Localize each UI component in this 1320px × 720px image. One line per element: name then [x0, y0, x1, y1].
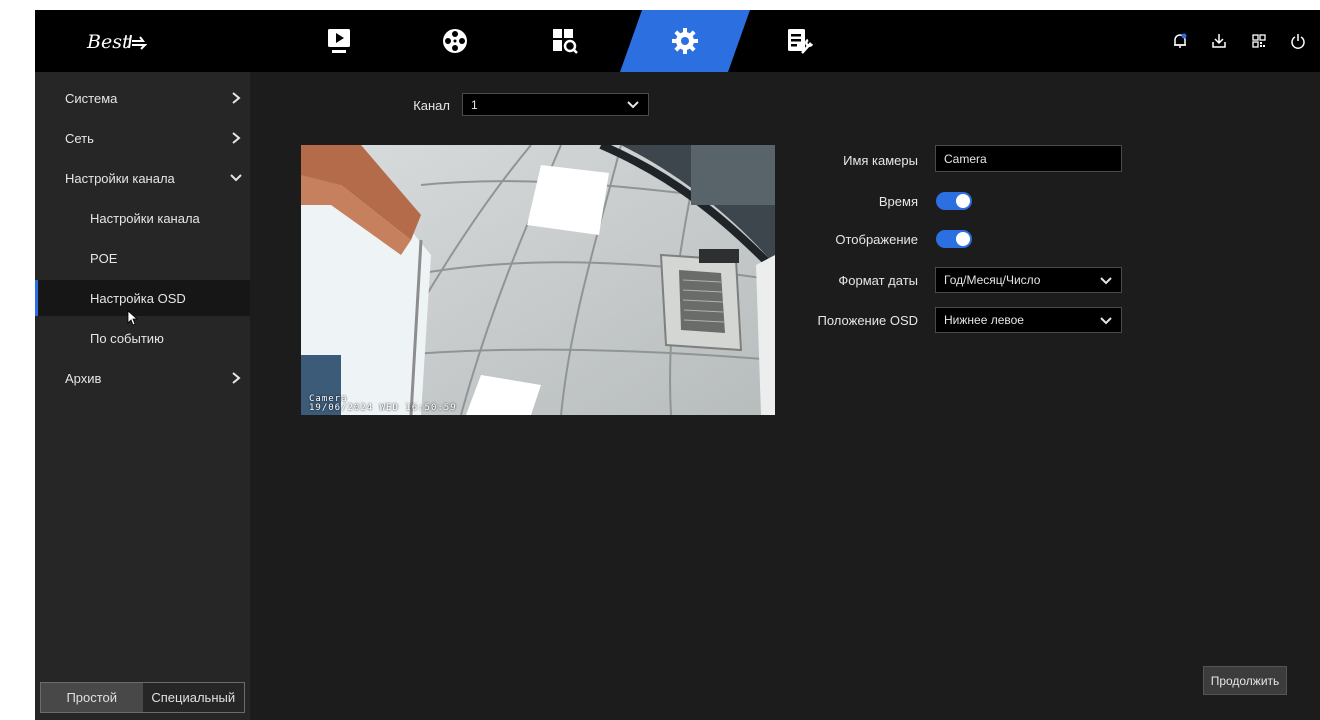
chevron-down-icon [230, 174, 242, 182]
power-icon[interactable] [1287, 30, 1309, 52]
sidebar-item-network[interactable]: Сеть [35, 120, 250, 156]
nav-playback[interactable] [300, 10, 380, 72]
mouse-cursor-icon [127, 310, 139, 326]
mode-switch: Простой Специальный [40, 682, 245, 713]
mode-advanced-button[interactable]: Специальный [143, 683, 245, 712]
mode-simple-button[interactable]: Простой [41, 683, 143, 712]
nav-maintenance[interactable] [760, 10, 840, 72]
sidebar: Система Сеть Настройки канала Настройки … [35, 72, 250, 720]
chevron-right-icon [232, 132, 241, 144]
top-bar: Best [35, 10, 1320, 72]
qr-code-icon[interactable] [1248, 30, 1270, 52]
sidebar-item-label: По событию [90, 330, 164, 346]
osd-datetime: 19/06/2024 WED 16:50:59 [309, 403, 457, 413]
sidebar-item-channel-settings[interactable]: Настройки канала [35, 160, 250, 196]
film-reel-icon [443, 29, 467, 53]
chevron-down-icon [627, 101, 639, 109]
play-icon [328, 29, 350, 53]
display-label: Отображение [835, 232, 918, 247]
channel-select[interactable]: 1 [462, 93, 649, 116]
sidebar-item-system[interactable]: Система [35, 80, 250, 116]
time-toggle[interactable] [936, 192, 972, 210]
display-toggle[interactable] [936, 230, 972, 248]
chevron-down-icon [1100, 317, 1112, 325]
date-format-value: Год/Месяц/Число [944, 273, 1041, 287]
sidebar-item-label: Настройка OSD [90, 290, 186, 306]
toggle-knob [956, 232, 970, 246]
nav-settings[interactable] [645, 10, 725, 72]
svg-text:Best: Best [86, 31, 130, 53]
sidebar-item-label: POE [90, 250, 118, 266]
grid-search-icon [553, 29, 578, 54]
sidebar-subitem-poe[interactable]: POE [35, 240, 250, 276]
document-wrench-icon [788, 29, 814, 54]
camera-name-value: Camera [944, 151, 987, 166]
sidebar-item-label: Архив [65, 370, 102, 386]
chevron-right-icon [232, 92, 241, 104]
date-format-select[interactable]: Год/Месяц/Число [935, 267, 1122, 293]
camera-preview: Camera 19/06/2024 WED 16:50:59 [301, 145, 775, 415]
brand-logo: Best [85, 26, 155, 56]
sidebar-subitem-osd[interactable]: Настройка OSD [35, 280, 250, 316]
sidebar-item-label: Настройки канала [65, 170, 175, 186]
download-icon[interactable] [1208, 30, 1230, 52]
alarm-bell-icon[interactable] [1169, 30, 1191, 52]
channel-select-value: 1 [471, 97, 478, 112]
camera-name-input[interactable]: Camera [935, 145, 1122, 172]
nav-camera[interactable] [415, 10, 495, 72]
toggle-knob [956, 194, 970, 208]
camera-name-label: Имя камеры [843, 153, 918, 168]
date-format-label: Формат даты [838, 273, 918, 288]
chevron-right-icon [232, 372, 241, 384]
osd-position-select[interactable]: Нижнее левое [935, 307, 1122, 333]
chevron-down-icon [1100, 277, 1112, 285]
sidebar-subitem-event[interactable]: По событию [35, 320, 250, 356]
sidebar-item-label: Система [65, 90, 118, 106]
app-window: Best Система Сеть Настройки канала Настр… [35, 10, 1320, 720]
camera-preview-image [301, 145, 775, 415]
gear-icon [672, 28, 698, 54]
sidebar-subitem-channel-settings[interactable]: Настройки канала [35, 200, 250, 236]
osd-position-label: Положение OSD [817, 313, 918, 328]
continue-button[interactable]: Продолжить [1203, 666, 1287, 695]
nav-search[interactable] [525, 10, 605, 72]
osd-position-value: Нижнее левое [944, 313, 1024, 327]
sidebar-item-archive[interactable]: Архив [35, 360, 250, 396]
time-label: Время [878, 194, 918, 209]
sidebar-item-label: Настройки канала [90, 210, 200, 226]
sidebar-item-label: Сеть [65, 130, 94, 146]
channel-label: Канал [413, 98, 450, 113]
